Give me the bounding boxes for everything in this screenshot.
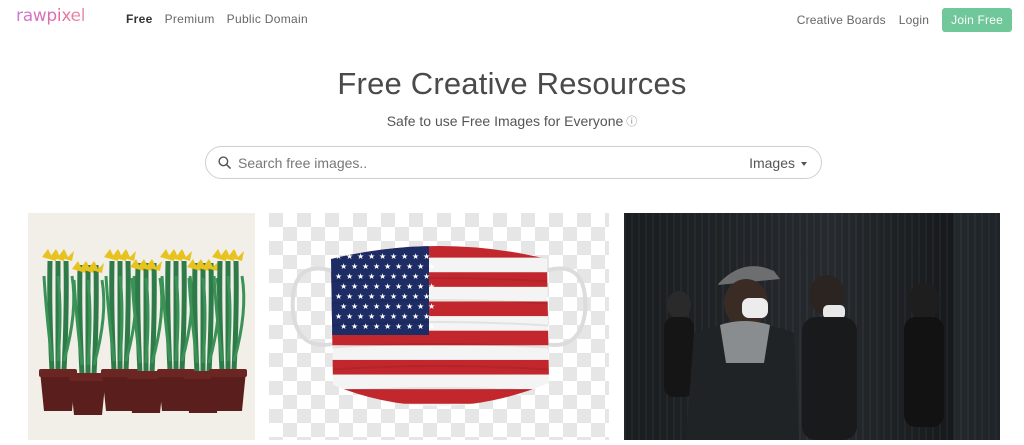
info-icon[interactable]: ⓘ [626, 117, 637, 128]
svg-text:★: ★ [335, 312, 342, 321]
svg-text:★: ★ [417, 302, 424, 311]
svg-text:★: ★ [368, 292, 375, 301]
svg-text:★: ★ [357, 252, 364, 261]
search-bar: Images [205, 146, 822, 179]
svg-text:★: ★ [346, 312, 353, 321]
svg-text:★: ★ [373, 262, 380, 271]
svg-text:★: ★ [423, 252, 430, 261]
nav-link-free[interactable]: Free [126, 12, 153, 26]
svg-text:★: ★ [406, 262, 413, 271]
svg-text:★: ★ [384, 282, 391, 291]
svg-text:★: ★ [368, 312, 375, 321]
svg-text:★: ★ [428, 322, 435, 331]
svg-text:★: ★ [357, 312, 364, 321]
subtitle-text: Safe to use Free Images for Everyone [386, 113, 624, 129]
svg-text:★: ★ [423, 272, 430, 281]
svg-text:★: ★ [340, 282, 347, 291]
svg-text:★: ★ [351, 282, 358, 291]
svg-text:★: ★ [373, 302, 380, 311]
svg-text:★: ★ [357, 292, 364, 301]
svg-text:★: ★ [335, 292, 342, 301]
svg-text:★: ★ [395, 282, 402, 291]
svg-text:★: ★ [368, 252, 375, 261]
nav-link-creative-boards[interactable]: Creative Boards [797, 13, 886, 27]
svg-text:★: ★ [395, 262, 402, 271]
search-type-dropdown[interactable]: Images [749, 155, 807, 171]
svg-text:★: ★ [379, 292, 386, 301]
image-tile-masked-people[interactable] [624, 213, 1000, 440]
masked-people-image [624, 213, 1000, 440]
svg-text:★: ★ [390, 252, 397, 261]
top-navbar: rawpixel Free Premium Public Domain Crea… [0, 0, 1024, 38]
svg-text:★: ★ [406, 302, 413, 311]
page-title: Free Creative Resources [337, 66, 687, 101]
svg-text:★: ★ [384, 302, 391, 311]
svg-text:★: ★ [412, 252, 419, 261]
rawpixel-logo[interactable]: rawpixel [16, 6, 85, 26]
svg-text:★: ★ [406, 322, 413, 331]
svg-text:★: ★ [384, 262, 391, 271]
page-subtitle: Safe to use Free Images for Everyone ⓘ [0, 113, 1024, 129]
svg-text:★: ★ [362, 302, 369, 311]
svg-text:★: ★ [417, 282, 424, 291]
svg-text:★: ★ [362, 262, 369, 271]
nav-link-public-domain[interactable]: Public Domain [227, 12, 308, 26]
nav-link-login[interactable]: Login [899, 13, 929, 27]
search-type-label: Images [749, 155, 795, 171]
svg-text:★: ★ [412, 312, 419, 321]
svg-text:★: ★ [340, 262, 347, 271]
svg-text:★: ★ [340, 322, 347, 331]
search-icon[interactable] [218, 156, 231, 169]
svg-text:★: ★ [423, 312, 430, 321]
nav-link-premium[interactable]: Premium [165, 12, 215, 26]
svg-text:★: ★ [406, 282, 413, 291]
join-free-button[interactable]: Join Free [942, 8, 1012, 32]
image-tile-flag-mask[interactable]: ★ ★ ★ ★ ★ ★ ★ ★ ★ ★ ★ ★ ★ ★ ★ ★ ★ ★ ★ ★ ★ ★ ★ ★ ★ ★ ★ ★ ★ ★ ★ ★ ★ ★ ★ ★ ★ ★ ★ ★… [269, 213, 609, 440]
chevron-down-icon [801, 162, 807, 166]
svg-text:★: ★ [379, 312, 386, 321]
svg-text:★: ★ [417, 322, 424, 331]
image-tile-daffodils[interactable] [28, 213, 255, 440]
svg-text:★: ★ [351, 262, 358, 271]
svg-text:★: ★ [395, 302, 402, 311]
daffodils-image [28, 213, 255, 440]
svg-text:★: ★ [373, 282, 380, 291]
svg-text:★: ★ [401, 272, 408, 281]
svg-text:★: ★ [428, 262, 435, 271]
nav-left-links: Free Premium Public Domain [126, 12, 308, 26]
svg-text:★: ★ [390, 312, 397, 321]
svg-text:★: ★ [417, 262, 424, 271]
svg-text:★: ★ [401, 252, 408, 261]
svg-text:★: ★ [351, 302, 358, 311]
svg-text:★: ★ [412, 272, 419, 281]
svg-text:★: ★ [362, 282, 369, 291]
svg-text:★: ★ [428, 282, 435, 291]
svg-text:★: ★ [379, 252, 386, 261]
svg-text:★: ★ [401, 312, 408, 321]
svg-text:★: ★ [428, 302, 435, 311]
svg-text:★: ★ [346, 292, 353, 301]
search-input[interactable] [238, 153, 718, 173]
nav-right-links: Creative Boards Login Join Free [797, 8, 1012, 32]
flag-mask-image: ★ ★ ★ ★ ★ ★ ★ ★★ ★ ★ ★ ★ ★ ★ ★ ★★ ★ ★ ★ ★ ★ ★ ★ ★★ ★ ★ ★ ★ ★ ★ ★ ★★ ★ ★ ★ ★… [269, 213, 609, 440]
svg-text:★: ★ [335, 272, 342, 281]
